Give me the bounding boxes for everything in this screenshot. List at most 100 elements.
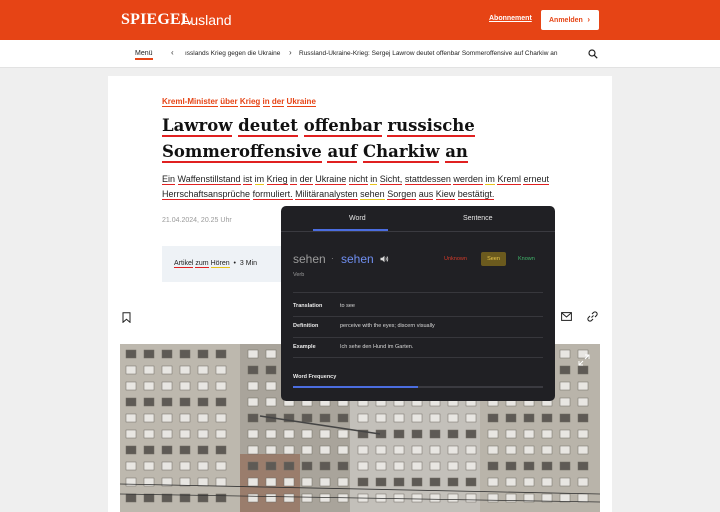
subscription-link[interactable]: Abonnement (489, 15, 532, 22)
tab-word[interactable]: Word (349, 215, 366, 222)
window (301, 461, 313, 471)
window (411, 445, 423, 455)
window (429, 413, 441, 423)
login-label: Anmelden (549, 16, 583, 24)
window (577, 461, 589, 471)
section-title[interactable]: Ausland (181, 12, 232, 28)
window (161, 349, 173, 359)
window (215, 461, 227, 471)
divider (293, 357, 543, 358)
search-icon[interactable] (588, 49, 598, 59)
window (301, 413, 313, 423)
window (505, 429, 517, 439)
window (559, 349, 571, 359)
part-of-speech: Verb (293, 272, 305, 278)
link-icon[interactable] (587, 311, 598, 322)
window (301, 477, 313, 487)
level-unknown-button[interactable]: Unknown (444, 256, 467, 262)
window (179, 397, 191, 407)
breadcrumb-article[interactable]: Russland-Ukraine-Krieg: Sergej Lawrow de… (299, 50, 557, 57)
lead-word[interactable]: nicht (348, 174, 368, 185)
lead-word[interactable]: werden (453, 174, 483, 185)
lead-word[interactable]: Waffenstillstand (177, 174, 241, 185)
window (393, 445, 405, 455)
kicker-word[interactable]: in (262, 97, 270, 107)
window (197, 461, 209, 471)
window (143, 413, 155, 423)
window (541, 429, 553, 439)
window (197, 445, 209, 455)
window (265, 461, 277, 471)
mail-icon[interactable] (561, 312, 572, 321)
headline-word[interactable]: russische (387, 116, 475, 137)
bookmark-icon[interactable] (122, 312, 131, 323)
speaker-icon[interactable] (380, 255, 389, 263)
lead-word[interactable]: bestätigt. (457, 189, 495, 200)
lead-word[interactable]: Ukraine (315, 174, 347, 185)
listen-word[interactable]: zum (195, 260, 209, 268)
lead-word[interactable]: im (254, 174, 265, 185)
window (125, 349, 137, 359)
lead-word[interactable]: Herrschaftsansprüche (162, 189, 251, 200)
listen-label: Artikel zum Hören • 3 Min (174, 260, 258, 268)
menu-button[interactable]: Menü (135, 50, 153, 60)
window (197, 413, 209, 423)
listen-word[interactable]: Artikel (174, 260, 194, 268)
window (393, 477, 405, 487)
lead-word[interactable]: Sorgen (387, 189, 417, 200)
lead-word[interactable]: ist (243, 174, 253, 185)
headline-word[interactable]: deutet (238, 116, 298, 137)
lead-word[interactable]: stattdessen (404, 174, 451, 185)
frequency-bar-fill (293, 386, 418, 388)
window (179, 429, 191, 439)
kicker-word[interactable]: über (220, 97, 238, 107)
lead-word[interactable]: Ein (162, 174, 176, 185)
lead-word[interactable]: aus (418, 189, 434, 200)
window (375, 461, 387, 471)
window (559, 461, 571, 471)
lead-word[interactable]: der (299, 174, 313, 185)
listen-button[interactable]: Artikel zum Hören • 3 Min (162, 246, 290, 282)
headline-word[interactable]: Sommeroffensive (162, 142, 322, 163)
level-seen-button[interactable]: Seen (481, 252, 506, 266)
kicker-word[interactable]: Krieg (239, 97, 261, 107)
window (161, 365, 173, 375)
kicker-word[interactable]: Kreml-Minister (162, 97, 219, 107)
lead-word[interactable]: Sicht, (379, 174, 403, 185)
lead-word[interactable]: Krieg (266, 174, 288, 185)
level-known-button[interactable]: Known (518, 256, 535, 262)
lead-word-selected[interactable]: sehen (360, 189, 385, 200)
window (375, 477, 387, 487)
window (265, 477, 277, 487)
headline-word[interactable]: auf (327, 142, 358, 163)
window (143, 493, 155, 503)
kicker-word[interactable]: der (271, 97, 285, 107)
window (125, 461, 137, 471)
tab-sentence[interactable]: Sentence (463, 215, 493, 222)
login-button[interactable]: Anmelden › (541, 10, 599, 30)
lead-word[interactable]: in (290, 174, 298, 185)
kicker-word[interactable]: Ukraine (286, 97, 316, 107)
listen-word[interactable]: Hören (210, 260, 230, 268)
lead-word[interactable]: erneut (523, 174, 549, 185)
divider (293, 316, 543, 317)
window (125, 381, 137, 391)
lead-word[interactable]: formuliert. (252, 189, 293, 200)
headline-word[interactable]: an (445, 142, 468, 163)
breadcrumb-topic[interactable]: ısslands Krieg gegen die Ukraine (185, 50, 280, 57)
breadcrumb-bar: Menü ‹ ısslands Krieg gegen die Ukraine … (0, 40, 720, 68)
lead-word[interactable]: Militäranalysten (295, 189, 358, 200)
expand-icon[interactable] (576, 352, 592, 368)
lead-word[interactable]: im (485, 174, 495, 185)
headline-word[interactable]: Lawrow (162, 116, 233, 137)
headline-word[interactable]: offenbar (303, 116, 382, 137)
lead-word[interactable]: in (370, 174, 378, 185)
window (487, 493, 499, 503)
window (247, 429, 259, 439)
chevron-left-icon[interactable]: ‹ (171, 48, 174, 57)
lead-word[interactable]: Kreml (497, 174, 521, 185)
window (357, 413, 369, 423)
lead-word[interactable]: Kiew (435, 189, 456, 200)
window (487, 445, 499, 455)
headline-word[interactable]: Charkiw (363, 142, 440, 163)
